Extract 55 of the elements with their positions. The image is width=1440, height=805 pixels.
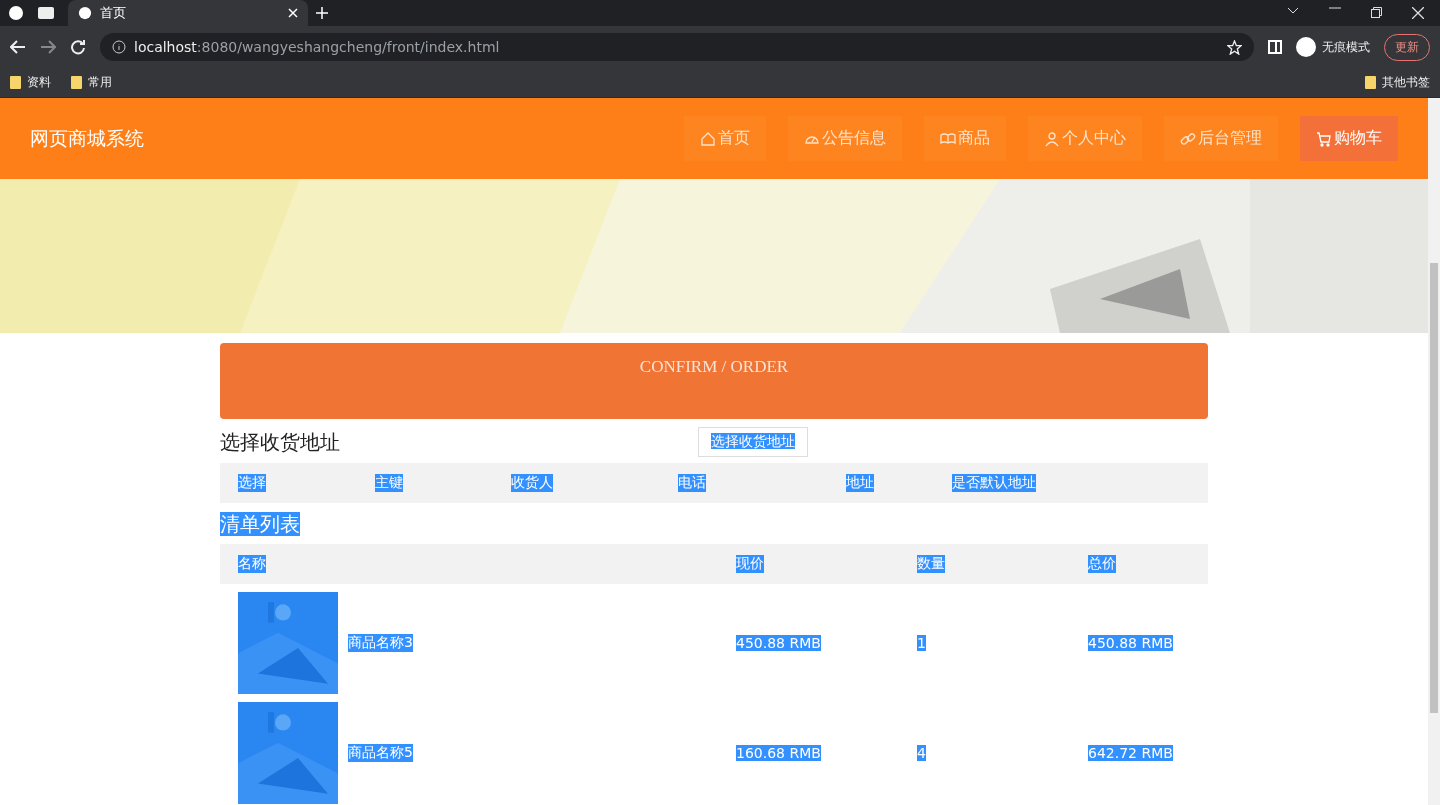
reload-icon[interactable] [70,39,86,55]
column-header: 主键 [375,474,403,492]
bookmark[interactable]: 资料 [27,74,51,91]
close-icon[interactable] [1412,7,1424,19]
price-cell: 160.68 RMB [736,745,821,761]
choose-address-button[interactable]: 选择收货地址 [698,427,808,457]
url-text: localhost:8080/wangyeshangcheng/front/index.html [134,39,500,55]
nav-item[interactable]: 商品 [924,116,1006,161]
restore-icon[interactable] [1371,7,1382,18]
chevron-down-icon[interactable] [1287,7,1299,15]
column-header: 总价 [1088,555,1116,573]
book-icon [940,130,956,147]
browser-tab[interactable]: 首页 [68,0,308,26]
column-header: 名称 [238,555,266,573]
nav-item[interactable]: 后台管理 [1164,116,1278,161]
home-icon [700,130,716,147]
column-header: 地址 [846,474,874,492]
nav-item[interactable]: 个人中心 [1028,116,1142,161]
bookmark[interactable]: 常用 [88,74,112,91]
profile-label: 无痕模式 [1322,38,1370,56]
side-panel-icon[interactable] [1268,40,1282,54]
total-cell: 450.88 RMB [1088,635,1173,651]
total-cell: 642.72 RMB [1088,745,1173,761]
confirm-order-title: CONFIRM / ORDER [639,357,789,378]
quantity-cell: 1 [917,635,926,651]
nav-item[interactable]: 首页 [684,116,766,161]
scrollbar-thumb[interactable] [1430,263,1438,713]
section-title: 选择收货地址 [220,428,340,456]
folder-icon [1365,76,1376,89]
forward-icon[interactable] [40,40,56,54]
user-icon [1044,130,1060,147]
cart-icon [1316,130,1332,147]
product-name: 商品名称3 [348,634,413,652]
column-header: 电话 [678,474,706,492]
column-header: 是否默认地址 [952,474,1036,492]
back-icon[interactable] [10,40,26,54]
section-title: 清单列表 [220,512,300,536]
folder-icon [10,76,21,89]
price-cell: 450.88 RMB [736,635,821,651]
quantity-cell: 4 [917,745,926,761]
bookmark[interactable]: 其他书签 [1382,74,1430,91]
link-icon [1180,130,1196,147]
column-header: 数量 [917,555,945,573]
product-name: 商品名称5 [348,744,413,762]
nav-item[interactable]: 购物车 [1300,116,1398,161]
new-tab-icon[interactable] [316,7,328,19]
column-header: 现价 [736,555,764,573]
folder-icon [71,76,82,89]
site-title: 网页商城系统 [30,125,144,151]
nav-item[interactable]: 公告信息 [788,116,902,161]
info-icon [112,40,126,54]
column-header: 收货人 [511,474,553,492]
star-icon[interactable] [1227,39,1242,55]
column-header: 选择 [238,474,266,492]
address-bar[interactable]: localhost:8080/wangyeshangcheng/front/index.html [100,33,1254,61]
